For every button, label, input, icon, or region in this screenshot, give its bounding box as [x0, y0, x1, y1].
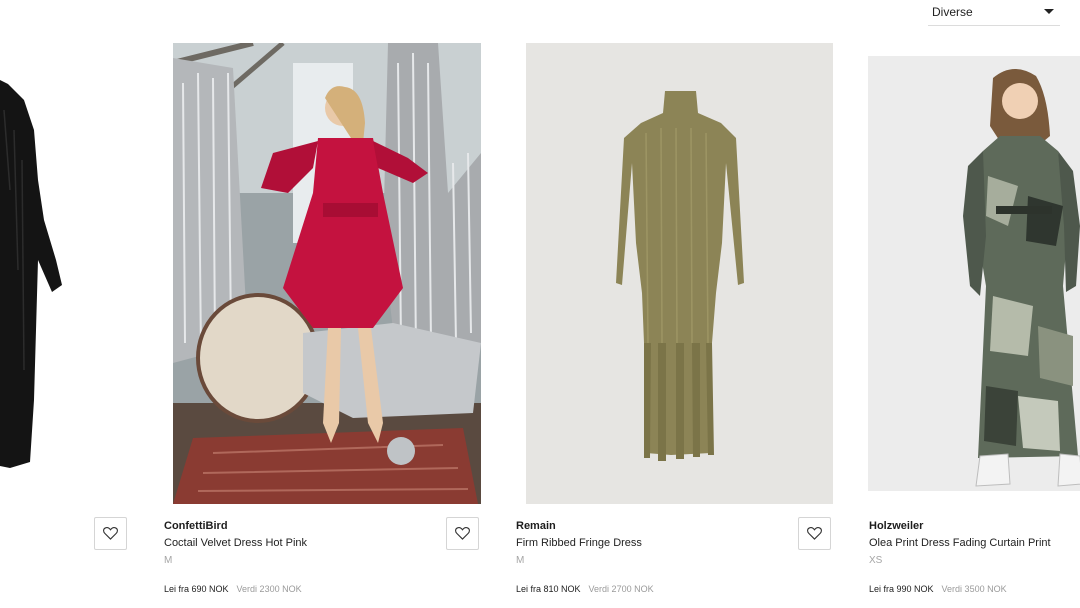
product-card[interactable]: Remain Firm Ribbed Fringe Dress M Lei fr… — [512, 0, 852, 608]
product-name[interactable]: Firm Ribbed Fringe Dress — [516, 537, 642, 549]
product-brand: Holzweiler — [869, 520, 924, 532]
retail-price: Verdi 2300 NOK — [236, 584, 302, 594]
product-size: M — [516, 555, 525, 566]
price-row: Lei fra 690 NOK Verdi 2300 NOK — [164, 584, 302, 594]
retail-price: Verdi 3500 NOK — [941, 584, 1007, 594]
product-name[interactable]: Coctail Velvet Dress Hot Pink — [164, 537, 307, 549]
favorite-button[interactable] — [446, 517, 479, 550]
favorite-button[interactable] — [798, 517, 831, 550]
price-row: Lei fra 990 NOK Verdi 3500 NOK — [869, 584, 1007, 594]
rent-price: Lei fra 990 NOK — [869, 584, 934, 594]
heart-icon — [455, 527, 470, 540]
retail-price: Verdi 2700 NOK — [588, 584, 654, 594]
product-image[interactable] — [868, 56, 1080, 491]
product-image[interactable] — [526, 43, 833, 504]
product-brand: ConfettiBird — [164, 520, 228, 532]
favorite-button-previous[interactable] — [94, 517, 127, 550]
heart-icon — [103, 527, 118, 540]
heart-icon — [807, 527, 822, 540]
product-image[interactable] — [173, 43, 481, 504]
product-size: M — [164, 555, 173, 566]
price-row: Lei fra 810 NOK Verdi 2700 NOK — [516, 584, 654, 594]
rent-price: Lei fra 810 NOK — [516, 584, 581, 594]
product-image-previous[interactable] — [0, 70, 70, 470]
product-card[interactable]: Holzweiler Olea Print Dress Fading Curta… — [865, 0, 1080, 608]
product-name[interactable]: Olea Print Dress Fading Curtain Print — [869, 537, 1051, 549]
product-brand: Remain — [516, 520, 556, 532]
rent-price: Lei fra 690 NOK — [164, 584, 229, 594]
product-size: XS — [869, 555, 883, 566]
product-card[interactable]: ConfettiBird Coctail Velvet Dress Hot Pi… — [160, 0, 500, 608]
